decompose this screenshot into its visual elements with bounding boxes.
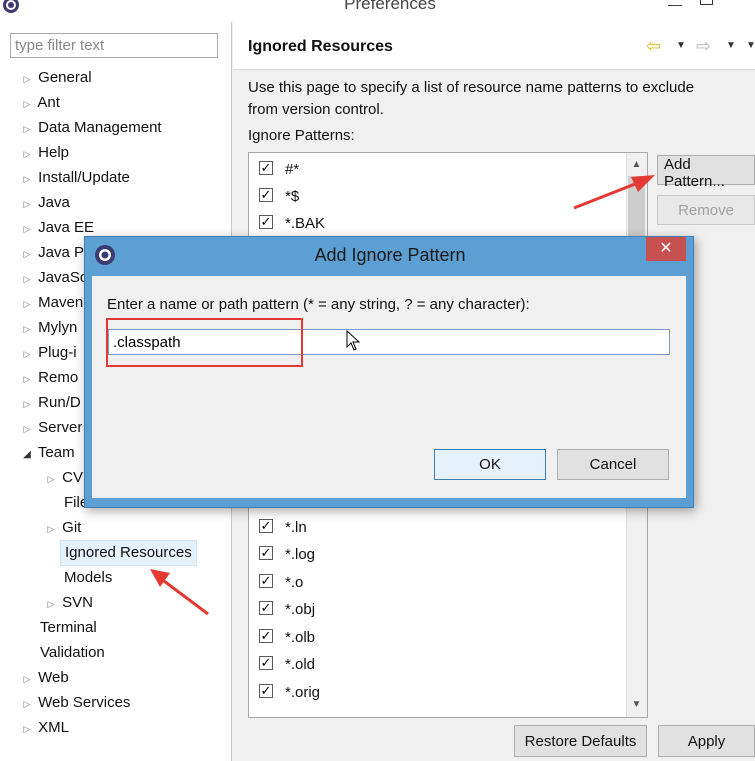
annotation-arrow-add-pattern	[573, 175, 655, 210]
annotation-arrow-ignored-resources	[150, 569, 209, 616]
annotation-arrows	[150, 175, 655, 616]
